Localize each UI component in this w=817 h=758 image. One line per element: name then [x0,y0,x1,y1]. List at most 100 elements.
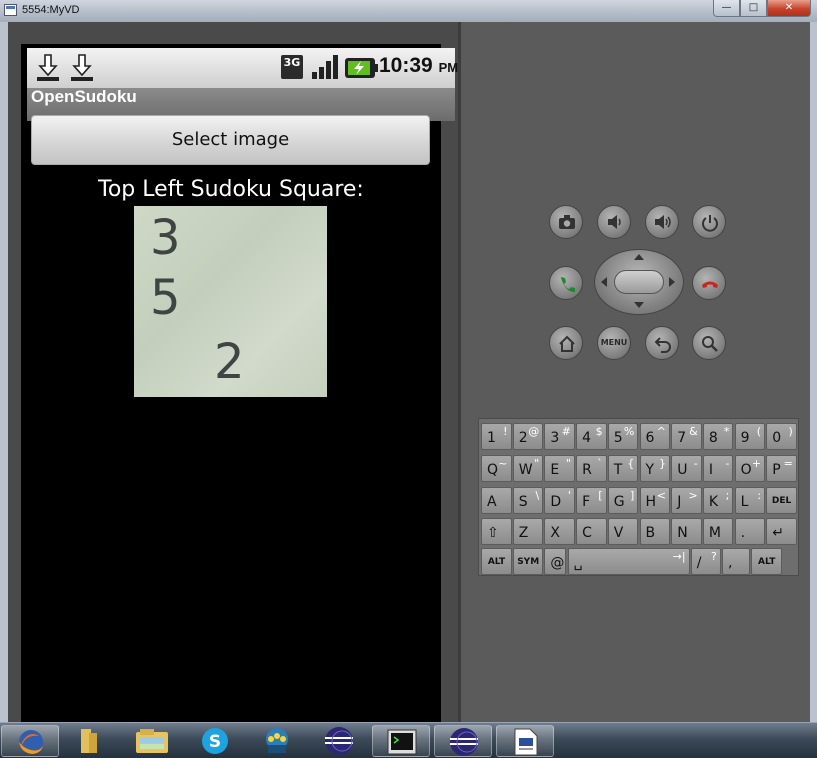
volume-down-button[interactable] [597,205,631,239]
key-r[interactable]: R ` [576,455,607,482]
key-b[interactable]: B [639,518,670,545]
taskbar-document[interactable] [496,725,554,757]
minimize-button[interactable]: — [713,0,740,17]
key-m[interactable]: M [702,518,734,545]
key-special[interactable]: ALT [481,548,512,575]
key-g[interactable]: G] [607,487,639,514]
key-j[interactable]: J > [671,487,702,514]
taskbar-terminal[interactable] [372,725,430,757]
key-u[interactable]: U- [671,455,702,482]
key-d[interactable]: D ' [544,487,575,514]
taskbar-eclipse[interactable] [310,725,368,757]
key-2[interactable]: 2 @ [512,423,544,450]
key-k[interactable]: K; [702,487,734,514]
dpad-center-button[interactable] [614,270,664,294]
key-z[interactable]: Z [512,518,544,545]
search-icon [702,336,718,352]
key-special[interactable]: /? [690,548,721,575]
key-8[interactable]: 8 * [702,423,734,450]
key-0[interactable]: 0) [766,423,797,450]
key-label: L [740,494,749,510]
taskbar-skype[interactable]: S [186,725,244,757]
key-n[interactable]: N [671,518,702,545]
taskbar-file-explorer[interactable] [123,725,181,757]
key-c[interactable]: C [576,518,607,545]
key-alt-label: \ [535,489,540,502]
key-special[interactable]: , [722,548,750,575]
key-4[interactable]: 4 $ [576,423,607,450]
document-icon [514,728,538,756]
key-label: W [518,462,533,478]
taskbar-folder[interactable] [60,725,118,757]
battery-charging-icon [345,58,378,78]
taskbar-firefox[interactable] [1,725,59,757]
key-v[interactable]: V [607,518,639,545]
end-call-button[interactable] [692,266,726,300]
key-label: / [696,555,702,571]
key-l[interactable]: L: [734,487,766,514]
sudoku-digit: 2 [214,334,245,390]
key-special[interactable]: SYM [513,548,544,575]
key-e[interactable]: E " [544,455,575,482]
home-button[interactable] [549,326,583,360]
close-button[interactable]: ✕ [767,0,811,17]
menu-button[interactable]: MENU [597,326,631,360]
back-button[interactable] [645,326,679,360]
key-label: K [708,494,719,510]
key-q[interactable]: Q ~ [481,455,512,482]
key-alt-label: ] [630,489,635,502]
key-9[interactable]: 9( [734,423,766,450]
taskbar-network[interactable] [248,725,306,757]
key-alt-label: ' [567,489,571,502]
key-3[interactable]: 3 # [544,423,575,450]
key-special[interactable]: ␣ →| [567,548,690,575]
dpad-down-icon [634,302,644,308]
taskbar-eclipse-2[interactable] [434,725,492,757]
key-special[interactable]: . [734,518,766,545]
download-icon [71,54,93,81]
key-o[interactable]: O + [734,455,766,482]
key-y[interactable]: Y} [639,455,670,482]
key-t[interactable]: T{ [607,455,639,482]
signal-icon [312,55,338,79]
key-5[interactable]: 5% [607,423,639,450]
search-button[interactable] [692,326,726,360]
key-alt-label: # [561,425,571,438]
key-i[interactable]: I- [702,455,734,482]
dpad-up-icon [634,254,644,260]
camera-button[interactable] [549,205,583,239]
key-w[interactable]: W " [512,455,544,482]
key-alt-label: ; [725,489,730,502]
maximize-button[interactable]: □ [740,0,767,17]
key-6[interactable]: 6 ^ [639,423,670,450]
key-alt-label: ` [597,457,603,470]
key-special[interactable]: ALT [751,548,783,575]
power-icon [702,215,718,232]
key-label: A [487,494,497,510]
key-alt-label: } [659,457,666,470]
key-special[interactable]: ↵ [766,518,797,545]
select-image-button[interactable]: Select image [31,115,430,165]
key-special[interactable]: DEL [766,487,797,514]
key-f[interactable]: F[ [576,487,607,514]
key-special[interactable]: @ [544,548,567,575]
home-icon [559,335,575,352]
call-button[interactable] [549,266,583,300]
key-p[interactable]: P = [766,455,797,482]
key-label: J [677,494,682,510]
key-1[interactable]: 1! [481,423,512,450]
key-s[interactable]: S \ [512,487,544,514]
key-label: 4 [582,430,592,446]
terminal-icon [387,729,417,755]
key-h[interactable]: H < [639,487,670,514]
window-frame-left [0,22,8,722]
firefox-icon [19,730,43,754]
power-button[interactable] [692,205,726,239]
key-a[interactable]: A [481,487,512,514]
key-7[interactable]: 7 & [671,423,702,450]
key-x[interactable]: X [544,518,575,545]
key-label: 0 [772,430,782,446]
volume-up-button[interactable] [645,205,679,239]
key-special[interactable]: ⇧ [481,518,512,545]
key-label: 5 [613,430,623,446]
